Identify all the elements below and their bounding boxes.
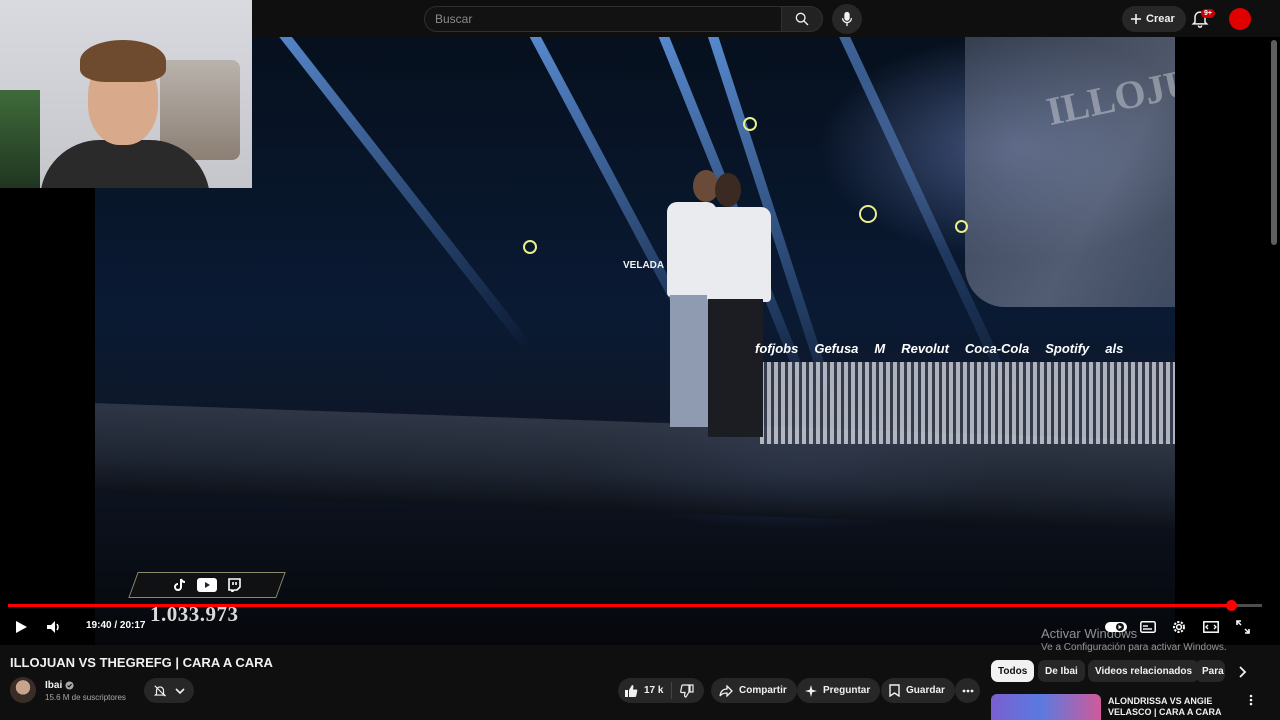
sponsor-logo: Spotify — [1045, 340, 1090, 356]
chevron-down-icon — [175, 686, 185, 696]
microphone-icon — [840, 11, 854, 27]
thumbs-down-icon — [680, 683, 695, 698]
bell-off-icon — [153, 684, 167, 698]
progress-scrubber[interactable] — [1225, 600, 1237, 611]
search-button[interactable] — [781, 6, 823, 32]
like-dislike-group: 17 k — [618, 678, 704, 703]
volume-icon — [46, 620, 62, 634]
ask-button[interactable]: Preguntar — [797, 678, 881, 703]
plant — [0, 90, 40, 188]
chip-from-channel[interactable]: De Ibai — [1038, 660, 1085, 682]
fullscreen-button[interactable] — [1233, 617, 1253, 637]
sparkle-icon — [805, 684, 817, 697]
twitch-icon — [227, 578, 241, 592]
play-button[interactable] — [11, 617, 31, 637]
stage-light — [523, 240, 537, 254]
fullscreen-icon — [1236, 620, 1250, 634]
sponsor-logo: M — [874, 340, 886, 356]
mute-button[interactable] — [44, 617, 64, 637]
share-icon — [719, 684, 733, 697]
like-count: 17 k — [644, 685, 664, 696]
progress-bar[interactable] — [8, 600, 1262, 611]
ask-label: Preguntar — [823, 685, 871, 696]
sponsor-logo: Coca-Cola — [964, 340, 1030, 356]
recommended-video-menu-button[interactable] — [1249, 694, 1253, 706]
subscriber-count: 15.6 M de suscriptores — [45, 693, 126, 702]
light-beam — [266, 37, 533, 352]
person-pants — [708, 299, 763, 437]
sponsor-strip: fofjobs Gefusa M Revolut Coca-Cola Spoti… — [755, 335, 1175, 361]
channel-name-link[interactable]: Ibai — [45, 680, 74, 691]
chip-all[interactable]: Todos — [991, 660, 1035, 682]
recommended-video-thumbnail[interactable] — [991, 694, 1101, 720]
dislike-button[interactable] — [672, 683, 702, 698]
chip-for-you[interactable]: Para — [1195, 660, 1225, 682]
sponsor-logo: Revolut — [901, 340, 949, 356]
bookmark-icon — [889, 684, 900, 697]
stage-light — [955, 220, 968, 233]
chevron-right-icon — [1236, 665, 1248, 679]
plus-icon — [1130, 13, 1142, 25]
voice-search-button[interactable] — [832, 4, 862, 34]
sponsor-logo: als — [1105, 340, 1124, 356]
sponsor-logo: Gefusa — [814, 340, 859, 356]
video-title: ILLOJUAN VS THEGREFG | CARA A CARA — [10, 655, 273, 670]
search-bar — [424, 6, 824, 32]
streamer-hair — [80, 40, 166, 82]
channel-avatar[interactable] — [10, 677, 36, 703]
progress-played — [8, 604, 1231, 607]
person-head — [715, 173, 741, 207]
led-wall — [760, 362, 1175, 444]
watermark-subtitle: Ve a Configuración para activar Windows. — [1041, 642, 1227, 653]
channel-name: Ibai — [45, 680, 63, 691]
person-shirt — [707, 207, 771, 302]
more-horizontal-icon — [962, 689, 974, 693]
account-avatar[interactable] — [1229, 8, 1251, 30]
verified-icon — [65, 681, 74, 690]
share-label: Compartir — [739, 685, 787, 696]
time-display: 19:40 / 20:17 — [86, 620, 146, 631]
like-button[interactable]: 17 k — [618, 682, 673, 699]
share-button[interactable]: Compartir — [711, 678, 797, 703]
recommended-video-title[interactable]: ALONDRISSA VS ANGIE VELASCO | CARA A CAR… — [1108, 696, 1238, 718]
stage-light — [859, 205, 877, 223]
more-vertical-icon — [1249, 694, 1253, 706]
facecam-overlay — [0, 0, 252, 188]
sponsor-logo: fofjobs — [755, 340, 799, 356]
save-label: Guardar — [906, 685, 945, 696]
stage-light — [743, 117, 757, 131]
create-button[interactable]: Crear — [1122, 6, 1186, 32]
create-label: Crear — [1146, 13, 1175, 25]
search-icon — [794, 11, 810, 27]
subscription-bell-button[interactable] — [144, 678, 194, 703]
windows-activation-watermark: Activar Windows Ve a Configuración para … — [1041, 626, 1227, 653]
thumbs-up-icon — [624, 684, 638, 698]
more-actions-button[interactable] — [955, 678, 980, 703]
youtube-icon — [197, 578, 217, 592]
search-input[interactable] — [424, 6, 781, 32]
page-scrollbar[interactable] — [1271, 40, 1277, 245]
chips-next-button[interactable] — [1236, 665, 1248, 679]
play-icon — [14, 620, 28, 634]
chip-related[interactable]: Videos relacionados — [1088, 660, 1200, 682]
tiktok-icon — [173, 578, 187, 592]
save-button[interactable]: Guardar — [881, 678, 955, 703]
notification-count-badge: 9+ — [1201, 9, 1215, 18]
social-icons-box — [128, 572, 286, 598]
watermark-title: Activar Windows — [1041, 626, 1138, 641]
